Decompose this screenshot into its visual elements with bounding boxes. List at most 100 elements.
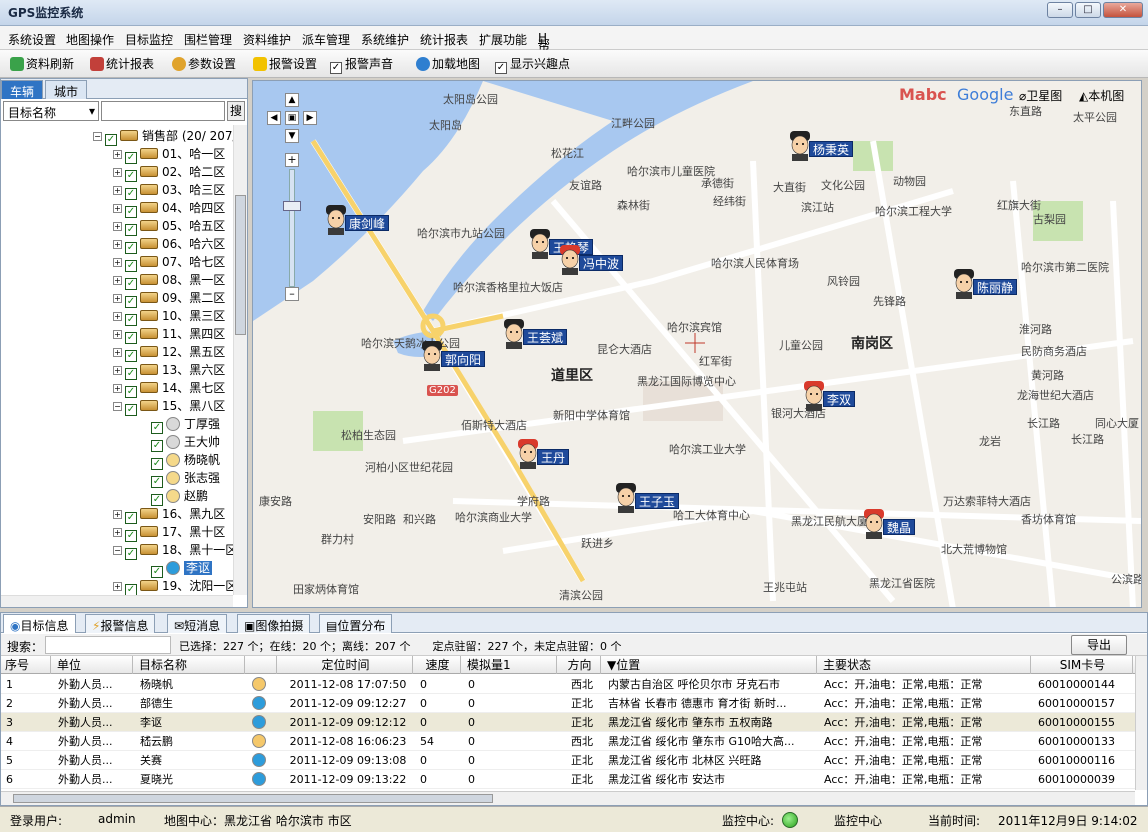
expand-icon[interactable]: +	[113, 186, 122, 195]
tree-group[interactable]: + ✓ 03、哈三区	[113, 181, 225, 200]
tree-checkbox[interactable]: ✓	[125, 548, 137, 560]
table-row[interactable]: 5 外勤人员... 关赛 2011-12-09 09:13:08 0 0 正北 黑龙江省 绥化…	[1, 751, 1135, 770]
vehicle-label[interactable]: 冯中波	[579, 255, 624, 271]
tree-group[interactable]: + ✓ 12、黑五区	[113, 343, 225, 362]
tab-messages[interactable]: ✉短消息	[167, 614, 228, 633]
table-row[interactable]: 3 外勤人员... 李讴 2011-12-09 09:12:12 0 0 正北 黑龙江省 绥化…	[1, 713, 1135, 732]
expand-icon[interactable]: +	[113, 348, 122, 357]
tree-group[interactable]: − ✓ 15、黑八区	[113, 397, 225, 416]
tree-search-button[interactable]: 搜	[227, 101, 245, 121]
alarm-sound-toggle[interactable]: ✓ 报警声音	[330, 55, 393, 74]
tree-group[interactable]: + ✓ 06、哈六区	[113, 235, 225, 254]
table-vscroll[interactable]	[1135, 656, 1147, 790]
vehicle-label[interactable]: 陈丽静	[973, 279, 1018, 295]
maximize-button[interactable]: □	[1075, 2, 1101, 18]
tree-group[interactable]: + ✓ 05、哈五区	[113, 217, 225, 236]
expand-icon[interactable]: +	[113, 204, 122, 213]
tree-group[interactable]: + ✓ 09、黑二区	[113, 289, 225, 308]
pan-right-button[interactable]: ▶	[303, 111, 317, 125]
report-button[interactable]: 统计报表	[90, 55, 154, 73]
expand-icon[interactable]: −	[113, 402, 122, 411]
col-unit-header[interactable]: 单位	[53, 656, 133, 674]
table-row[interactable]: 2 外勤人员... 部德生 2011-12-09 09:12:27 0 0 正北 吉林省 长春…	[1, 694, 1135, 713]
menu-map-ops[interactable]: 地图操作	[66, 31, 114, 48]
tree-group[interactable]: + ✓ 10、黑三区	[113, 307, 225, 326]
vehicle-label[interactable]: 魏晶	[883, 519, 916, 535]
tree-group[interactable]: + ✓ 07、哈七区	[113, 253, 225, 272]
expand-icon[interactable]: +	[113, 312, 122, 321]
show-poi-checkbox[interactable]: ✓	[495, 62, 507, 74]
expand-icon[interactable]: +	[113, 168, 122, 177]
vehicle-label[interactable]: 王丹	[537, 449, 570, 465]
tree-checkbox[interactable]: ✓	[125, 584, 137, 595]
expand-icon[interactable]: +	[113, 258, 122, 267]
show-poi-toggle[interactable]: ✓ 显示兴趣点	[495, 55, 570, 74]
col-sim-header[interactable]: SIM卡号	[1033, 656, 1133, 674]
close-button[interactable]: ✕	[1103, 2, 1143, 18]
expand-icon[interactable]: +	[113, 294, 122, 303]
expand-icon[interactable]: +	[113, 384, 122, 393]
menu-target-monitor[interactable]: 目标监控	[125, 31, 173, 48]
tree-vscroll[interactable]	[233, 125, 247, 595]
expand-icon[interactable]: +	[113, 222, 122, 231]
tree-vscroll-thumb[interactable]	[235, 195, 246, 335]
alarm-settings-button[interactable]: 报警设置	[253, 55, 317, 73]
col-target-name-header[interactable]: 目标名称	[135, 656, 245, 674]
collapse-icon[interactable]: −	[93, 132, 102, 141]
minimize-button[interactable]: –	[1047, 2, 1073, 18]
tree-member-selected[interactable]: ✓ 李讴	[151, 559, 213, 578]
tree-group[interactable]: + ✓ 14、黑七区	[113, 379, 225, 398]
vehicle-label[interactable]: 王子玉	[635, 493, 680, 509]
bottom-search-input[interactable]	[45, 636, 171, 654]
menu-dispatch[interactable]: 派车管理	[302, 31, 350, 48]
params-button[interactable]: 参数设置	[172, 55, 236, 73]
zoom-slider-handle[interactable]	[283, 201, 301, 211]
tree-hscroll[interactable]	[1, 595, 233, 607]
pan-down-button[interactable]: ▼	[285, 129, 299, 143]
refresh-button[interactable]: 资料刷新	[10, 55, 74, 73]
menu-sys-maint[interactable]: 系统维护	[361, 31, 409, 48]
vehicle-label[interactable]: 王荟斌	[523, 329, 568, 345]
tab-cities[interactable]: 城市	[45, 80, 88, 99]
expand-icon[interactable]: +	[113, 366, 122, 375]
tree-root[interactable]: − ✓ 销售部 (20/ 207/	[93, 127, 233, 146]
export-button[interactable]: 导出	[1071, 635, 1127, 655]
tree-group[interactable]: + ✓ 08、黑一区	[113, 271, 225, 290]
expand-icon[interactable]: +	[113, 276, 122, 285]
table-hscroll[interactable]	[1, 791, 1135, 805]
col-location-header[interactable]: ▼位置	[603, 656, 817, 674]
tree-group[interactable]: + ✓ 02、哈二区	[113, 163, 225, 182]
vehicle-label[interactable]: 康剑峰	[345, 215, 390, 231]
menu-system-settings[interactable]: 系统设置	[8, 31, 56, 48]
vehicle-label[interactable]: 郭向阳	[441, 351, 486, 367]
mapabc-logo[interactable]: Mabc	[899, 85, 947, 104]
tree-member[interactable]: ✓ 张志强	[151, 469, 220, 488]
col-status-icon-header[interactable]	[247, 656, 277, 674]
expand-icon[interactable]: −	[113, 546, 122, 555]
google-logo[interactable]: Google	[957, 85, 1013, 104]
zoom-in-button[interactable]: +	[285, 153, 299, 167]
menu-fence[interactable]: 围栏管理	[184, 31, 232, 48]
col-index-header[interactable]: 序号	[1, 656, 51, 674]
tree-group[interactable]: + ✓ 04、哈四区	[113, 199, 225, 218]
tree-search-input[interactable]	[101, 101, 225, 121]
expand-icon[interactable]: +	[113, 150, 122, 159]
col-analog1-header[interactable]: 模拟量1	[463, 656, 557, 674]
tree-checkbox[interactable]: ✓	[125, 404, 137, 416]
col-time-header[interactable]: 定位时间	[279, 656, 413, 674]
tree-group[interactable]: − ✓ 18、黑十一区	[113, 541, 233, 560]
expand-icon[interactable]: +	[113, 240, 122, 249]
tree-group[interactable]: + ✓ 16、黑九区	[113, 505, 225, 524]
col-status-header[interactable]: 主要状态	[819, 656, 1031, 674]
col-direction-header[interactable]: 方向	[559, 656, 601, 674]
satellite-button[interactable]: ⌀卫星图	[1019, 87, 1062, 104]
tree-member[interactable]: ✓ 杨晓帆	[151, 451, 220, 470]
table-hscroll-thumb[interactable]	[13, 794, 493, 803]
table-row[interactable]: 4 外勤人员... 嵇云鹏 2011-12-08 16:06:23 54 0 西北 黑龙江省 …	[1, 732, 1135, 751]
tab-images[interactable]: ▣图像拍摄	[237, 614, 311, 633]
menu-reports[interactable]: 统计报表	[420, 31, 468, 48]
search-field-select[interactable]: 目标名称 ▾	[3, 101, 99, 121]
tab-alarm-info[interactable]: ⚡报警信息	[85, 614, 156, 633]
expand-icon[interactable]: +	[113, 510, 122, 519]
menu-extensions[interactable]: 扩展功能	[479, 31, 527, 48]
